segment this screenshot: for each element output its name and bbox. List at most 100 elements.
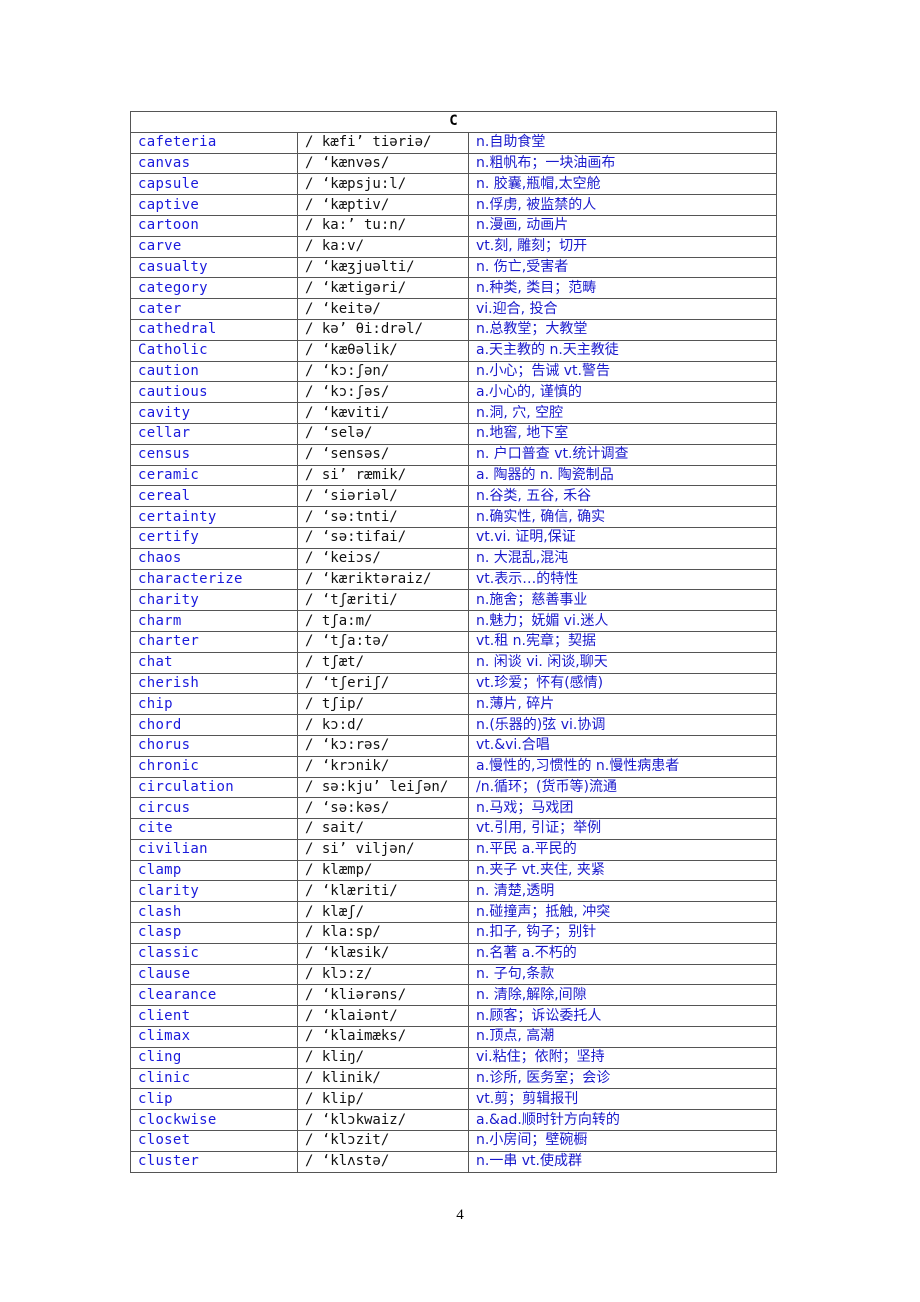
definition-cell: n.小房间；壁碗橱 — [467, 1130, 778, 1152]
word-cell: casualty — [130, 256, 298, 279]
vocab-row: caution / ‘kɔ:ʃən/ n.小心；告诫 vt.警告 — [130, 360, 778, 383]
phonetic-cell: / kɔ:d/ — [297, 714, 469, 736]
vocab-row: circus / ‘sə:kəs/ n.马戏；马戏团 — [130, 797, 778, 820]
phonetic-cell: / kæfi’ tiəriə/ — [297, 131, 469, 154]
definition-cell: n.地窖, 地下室 — [467, 422, 778, 445]
phonetic-cell: / ‘klaiənt/ — [297, 1005, 469, 1028]
word-cell: certainty — [130, 506, 298, 528]
phonetic-cell: / klæʃ/ — [297, 901, 469, 924]
definition-cell: a.小心的, 谨慎的 — [467, 381, 778, 404]
phonetic-cell: / ‘selə/ — [297, 422, 469, 445]
vocab-row: climax / ‘klaimæks/ n.顶点, 高潮 — [130, 1026, 778, 1048]
phonetic-cell: / tʃæt/ — [297, 651, 469, 674]
phonetic-cell: / si’ viljən/ — [297, 838, 469, 861]
word-cell: caution — [130, 360, 298, 383]
definition-cell: n.诊所, 医务室；会诊 — [467, 1067, 778, 1090]
vocab-row: clinic / klinik/ n.诊所, 医务室；会诊 — [130, 1067, 778, 1090]
definition-cell: n.碰撞声；抵触, 冲突 — [467, 901, 778, 924]
vocab-row: carve / ka:v/ vt.刻, 雕刻；切开 — [130, 235, 778, 258]
vocab-row: chip / tʃip/ n.薄片, 碎片 — [130, 693, 778, 716]
definition-cell: n.小心；告诫 vt.警告 — [467, 360, 778, 383]
phonetic-cell: / ‘keitə/ — [297, 298, 469, 320]
vocab-row: cite / sait/ vt.引用, 引证；举例 — [130, 818, 778, 840]
word-cell: captive — [130, 194, 298, 216]
definition-cell: n. 胶囊,瓶帽,太空舱 — [467, 173, 778, 196]
definition-cell: vt.珍爱；怀有(感情) — [467, 672, 778, 695]
definition-cell: vt.&vi.合唱 — [467, 734, 778, 757]
vocab-row: characterize / ‘kæriktəraiz/ vt.表示…的特性 — [130, 568, 778, 591]
vocab-row: certainty / ‘sə:tnti/ n.确实性, 确信, 确实 — [130, 506, 778, 528]
word-cell: cautious — [130, 381, 298, 404]
phonetic-cell: / ‘kliərəns/ — [297, 984, 469, 1007]
word-cell: clockwise — [130, 1109, 298, 1132]
section-letter: C — [129, 111, 778, 133]
word-cell: clasp — [130, 922, 298, 944]
definition-cell: vi.粘住；依附；坚持 — [467, 1046, 778, 1069]
vocab-row: chronic / ‘krɔnik/ a.慢性的,习惯性的 n.慢性病患者 — [130, 755, 778, 778]
vocab-row: cafeteria / kæfi’ tiəriə/ n.自助食堂 — [130, 131, 778, 154]
phonetic-cell: / si’ ræmik/ — [297, 464, 469, 487]
definition-cell: n.顶点, 高潮 — [467, 1026, 778, 1048]
word-cell: chorus — [130, 734, 298, 757]
word-cell: cellar — [130, 422, 298, 445]
word-cell: characterize — [130, 568, 298, 591]
word-cell: census — [130, 443, 298, 466]
definition-cell: n.扣子, 钩子；别针 — [467, 922, 778, 944]
definition-cell: vt.刻, 雕刻；切开 — [467, 235, 778, 258]
word-cell: client — [130, 1005, 298, 1028]
phonetic-cell: / klinik/ — [297, 1067, 469, 1090]
page-number: 4 — [456, 1207, 464, 1223]
definition-cell: n. 大混乱,混沌 — [467, 547, 778, 570]
vocab-row: captive / ‘kæptiv/ n.俘虏, 被监禁的人 — [130, 194, 778, 216]
word-cell: carve — [130, 235, 298, 258]
vocab-row: clip / klip/ vt.剪；剪辑报刊 — [130, 1088, 778, 1111]
phonetic-cell: / ‘kæviti/ — [297, 402, 469, 424]
phonetic-cell: / kliŋ/ — [297, 1046, 469, 1069]
phonetic-cell: / sait/ — [297, 818, 469, 840]
definition-cell: n.粗帆布；一块油画布 — [467, 152, 778, 175]
definition-cell: vt.vi. 证明,保证 — [467, 526, 778, 549]
phonetic-cell: / kla:sp/ — [297, 922, 469, 944]
definition-cell: a.慢性的,习惯性的 n.慢性病患者 — [467, 755, 778, 778]
definition-cell: a.&ad.顺时针方向转的 — [467, 1109, 778, 1132]
vocab-row: cater / ‘keitə/ vi.迎合, 投合 — [130, 298, 778, 320]
word-cell: cereal — [130, 485, 298, 508]
phonetic-cell: / ‘tʃæriti/ — [297, 589, 469, 612]
definition-cell: n.名著 a.不朽的 — [467, 942, 778, 965]
vocab-row: chaos / ‘keiɔs/ n. 大混乱,混沌 — [130, 547, 778, 570]
vocab-row: cling / kliŋ/ vi.粘住；依附；坚持 — [130, 1046, 778, 1069]
phonetic-cell: / sə:kju’ leiʃən/ — [297, 776, 469, 799]
word-cell: chat — [130, 651, 298, 674]
definition-cell: a.天主教的 n.天主教徒 — [467, 339, 778, 362]
definition-cell: a. 陶器的 n. 陶瓷制品 — [467, 464, 778, 487]
phonetic-cell: / ka:’ tu:n/ — [297, 214, 469, 237]
word-cell: charter — [130, 630, 298, 653]
word-cell: circus — [130, 797, 298, 820]
phonetic-cell: / ‘tʃeriʃ/ — [297, 672, 469, 695]
definition-cell: vt.剪；剪辑报刊 — [467, 1088, 778, 1111]
word-cell: certify — [130, 526, 298, 549]
definition-cell: n.自助食堂 — [467, 131, 778, 154]
word-cell: chord — [130, 714, 298, 736]
vocab-row: casualty / ‘kæʒjuəlti/ n. 伤亡,受害者 — [130, 256, 778, 279]
word-cell: cathedral — [130, 318, 298, 341]
word-cell: chaos — [130, 547, 298, 570]
vocab-row: chorus / ‘kɔ:rəs/ vt.&vi.合唱 — [130, 734, 778, 757]
phonetic-cell: / ‘klɔzit/ — [297, 1130, 469, 1152]
vocab-row: cluster / ‘klʌstə/ n.一串 vt.使成群 — [130, 1150, 778, 1173]
vocab-row: clearance / ‘kliərəns/ n. 清除,解除,间隙 — [130, 984, 778, 1007]
phonetic-cell: / ‘klɔkwaiz/ — [297, 1109, 469, 1132]
word-cell: civilian — [130, 838, 298, 861]
phonetic-cell: / klæmp/ — [297, 859, 469, 882]
word-cell: capsule — [130, 173, 298, 196]
phonetic-cell: / ‘kæptiv/ — [297, 194, 469, 216]
definition-cell: n.顾客；诉讼委托人 — [467, 1005, 778, 1028]
definition-cell: n.平民 a.平民的 — [467, 838, 778, 861]
definition-cell: n.薄片, 碎片 — [467, 693, 778, 716]
definition-cell: n.一串 vt.使成群 — [467, 1150, 778, 1173]
word-cell: closet — [130, 1130, 298, 1152]
vocab-row: charter / ‘tʃa:tə/ vt.租 n.宪章；契据 — [130, 630, 778, 653]
word-cell: cling — [130, 1046, 298, 1069]
word-cell: clip — [130, 1088, 298, 1111]
definition-cell: n. 子句,条款 — [467, 963, 778, 986]
